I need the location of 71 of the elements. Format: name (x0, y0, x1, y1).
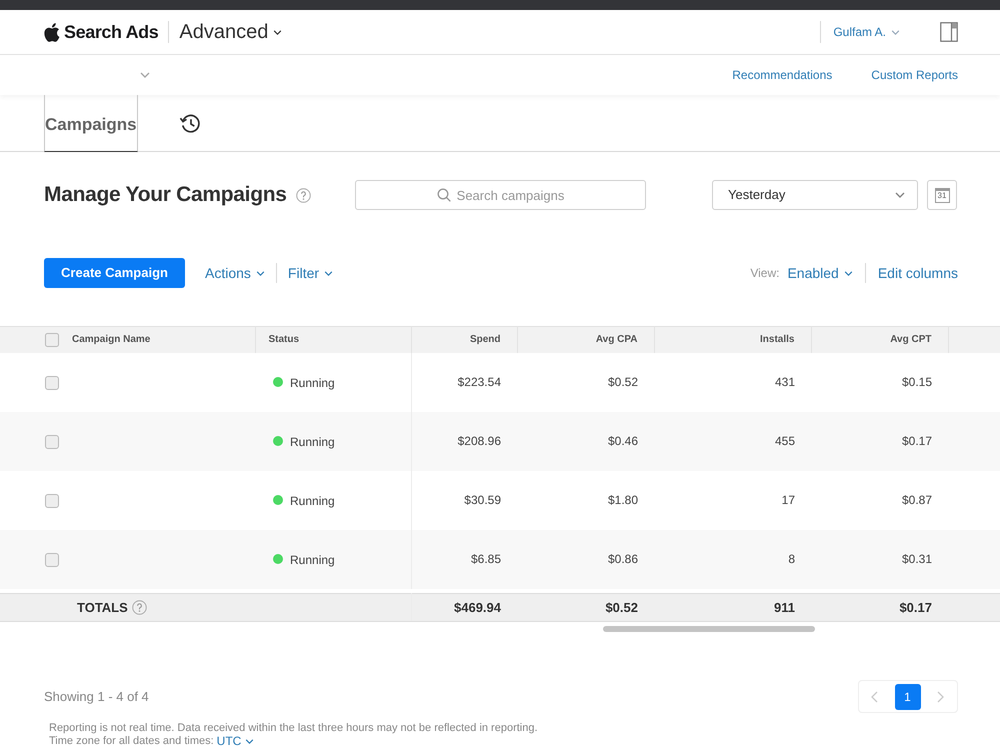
table-cell: $0.52 (517, 594, 654, 622)
view-label: View: (750, 265, 780, 282)
calendar-button[interactable]: 31 (927, 180, 957, 210)
status-text: Running (290, 375, 335, 390)
chevron-icon (891, 30, 900, 34)
table-row[interactable]: Running $30.59 $1.80 17 $0.87 (0, 470, 1000, 530)
nav-link[interactable]: Recommendations (732, 66, 832, 84)
results-summary: Showing 1 - 4 of 4 (44, 688, 149, 706)
table-cell: $0.17 (811, 594, 948, 622)
brand-name: Search Ads (64, 20, 158, 44)
chevron-icon (273, 30, 282, 34)
column-header[interactable]: Campaign Name (72, 334, 150, 346)
chevron-icon (844, 270, 853, 276)
row-checkbox[interactable] (45, 552, 59, 567)
help-icon[interactable] (296, 188, 311, 202)
table-cell: $0.15 (811, 352, 948, 412)
help-icon[interactable] (132, 600, 147, 616)
select-all-checkbox[interactable] (45, 332, 59, 347)
table-cell: $469.94 (411, 594, 517, 622)
table-cell: $6.85 (411, 530, 517, 588)
chevron-icon (324, 270, 334, 276)
row-checkbox[interactable] (45, 494, 59, 508)
table-row[interactable]: Running $208.96 $0.46 455 $0.17 (0, 412, 1000, 470)
table-cell: $208.96 (411, 412, 517, 470)
campaigns-tab[interactable]: Campaigns (44, 95, 138, 152)
table-cell: $0.46 (517, 412, 654, 470)
status-text: Running (290, 493, 335, 508)
table-cell: 8 (654, 530, 811, 588)
table-cell: $0.86 (517, 530, 654, 588)
table-cell: $0.87 (811, 470, 948, 530)
table-cell: $0.31 (811, 530, 948, 588)
chevron-icon (256, 270, 265, 276)
edit-columns-link[interactable]: Edit columns (878, 262, 958, 284)
table-cell: $0.52 (517, 352, 654, 412)
table-row[interactable]: Running $223.54 $0.52 431 $0.15 (0, 352, 1000, 412)
date-range-dropdown[interactable]: Yesterday (712, 180, 918, 210)
nav-link[interactable]: Custom Reports (871, 66, 958, 84)
row-checkbox[interactable] (45, 434, 59, 449)
reporting-note: Reporting is not real time. Data received within the last three hours may not be reflected in reporting. (49, 722, 539, 735)
history-icon (178, 112, 202, 134)
status-text: Running (290, 552, 335, 566)
search-icon (437, 188, 451, 202)
view-filter-dropdown[interactable]: Enabled (787, 262, 853, 284)
chevron-icon[interactable] (140, 72, 150, 78)
chevron-icon (245, 739, 254, 744)
actions-menu-button[interactable]: Actions (205, 262, 265, 284)
table-cell: $1.80 (517, 470, 654, 530)
apple-logo-icon (44, 22, 60, 42)
sidebar-toggle-icon[interactable] (940, 22, 958, 42)
table-cell: 455 (654, 412, 811, 470)
timezone-dropdown[interactable]: UTC (216, 735, 254, 748)
chevron-icon (895, 192, 905, 198)
horizontal-scrollbar[interactable] (603, 626, 815, 632)
filter-menu-button[interactable]: Filter (288, 262, 334, 284)
search-field[interactable]: Search campaigns (355, 180, 646, 210)
table-row[interactable]: Running $6.85 $0.86 8 $0.31 (0, 530, 1000, 588)
table-cell: $0.17 (811, 412, 948, 470)
user-menu-button[interactable]: Gulfam A. (833, 23, 900, 41)
page-button[interactable]: 1 (894, 684, 920, 710)
table-cell: $30.59 (411, 470, 517, 530)
totals-label: TOTALS (77, 600, 128, 616)
status-text: Running (290, 434, 335, 448)
page-title: Manage Your Campaigns (44, 182, 287, 208)
table-cell: 17 (654, 470, 811, 530)
timezone-label: Time zone for all dates and times: (49, 735, 214, 748)
product-menu-button[interactable]: Advanced (179, 17, 282, 47)
table-cell: 911 (654, 594, 811, 622)
table-cell: $223.54 (411, 352, 517, 412)
create-campaign-button[interactable]: Create Campaign (44, 258, 185, 288)
table-cell: 431 (654, 352, 811, 412)
row-checkbox[interactable] (45, 376, 59, 390)
